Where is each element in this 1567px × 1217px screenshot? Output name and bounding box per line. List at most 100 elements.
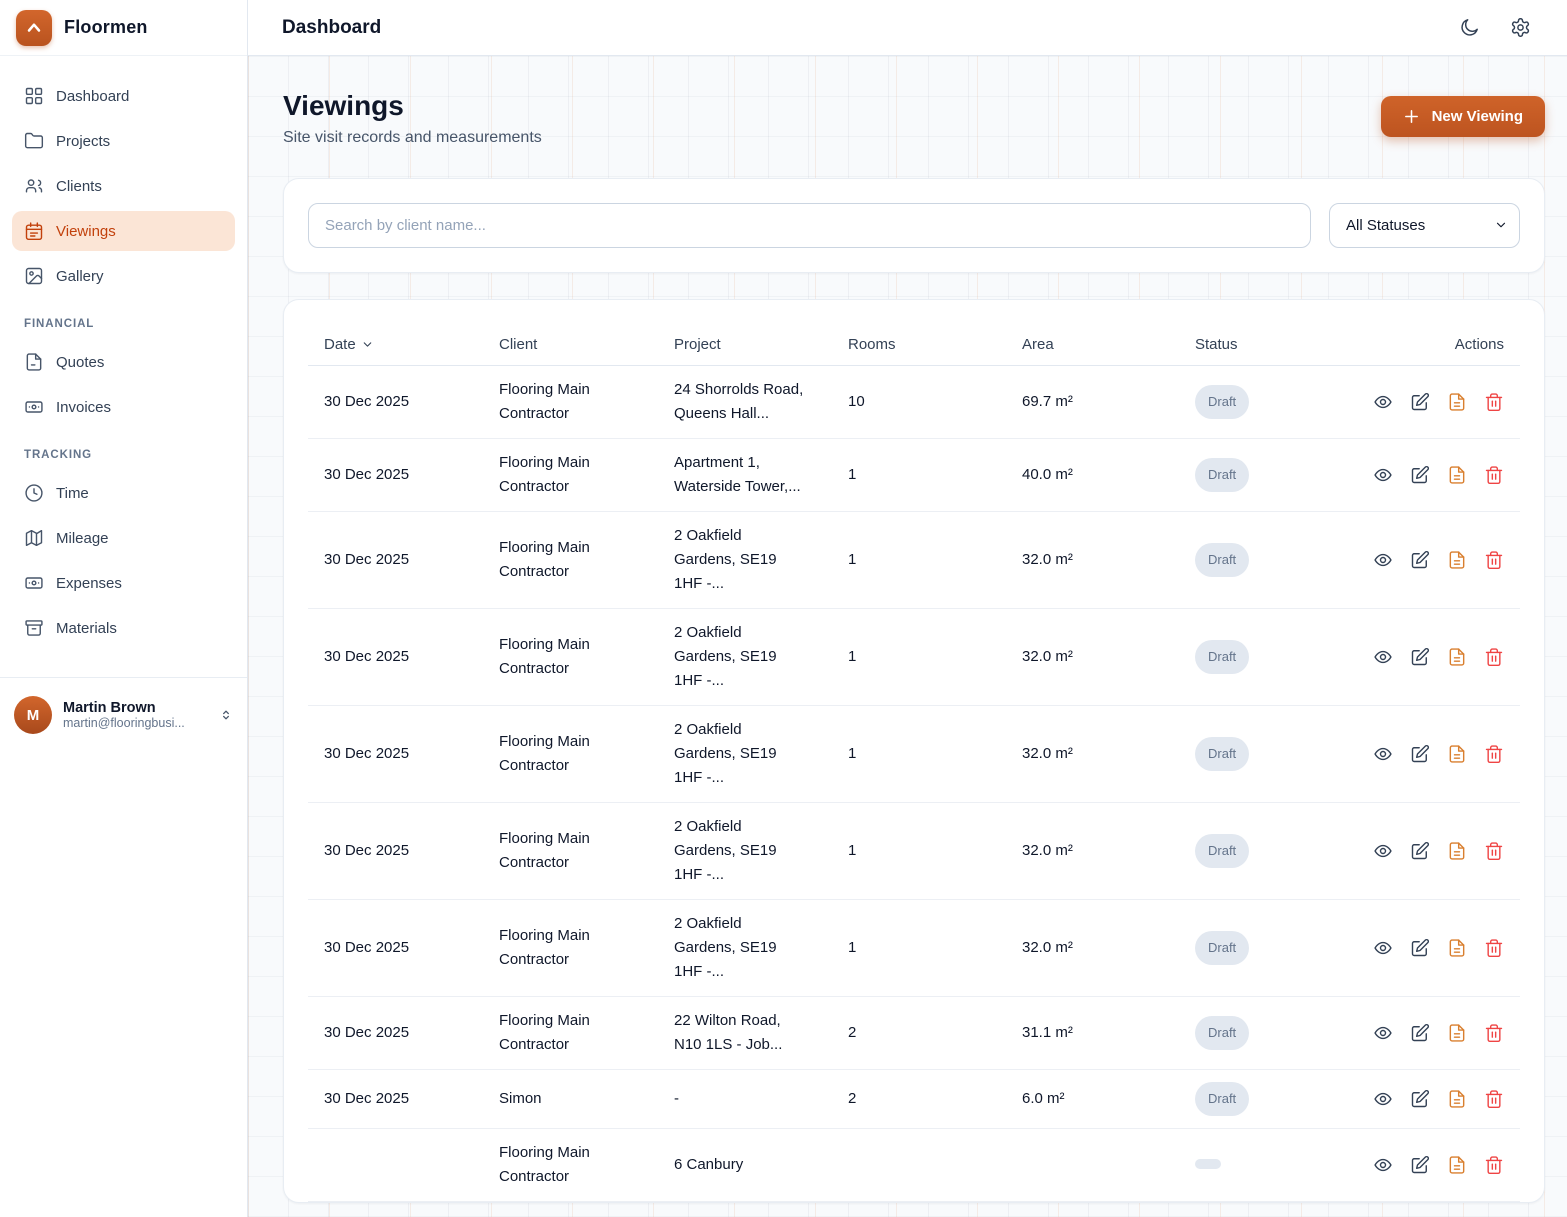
table-row[interactable]: 30 Dec 2025 Flooring Main Contractor 2 O…	[308, 609, 1520, 706]
user-menu[interactable]: M Martin Brown martin@flooringbusi...	[0, 677, 247, 752]
sidebar-nav: Dashboard Projects Clients Viewings Gall…	[0, 56, 247, 653]
delete-button[interactable]	[1484, 647, 1504, 667]
table-row[interactable]: 30 Dec 2025 Flooring Main Contractor 2 O…	[308, 706, 1520, 803]
sidebar-item-label: Quotes	[56, 354, 104, 371]
sidebar-item-mileage[interactable]: Mileage	[12, 518, 235, 558]
view-button[interactable]	[1373, 1089, 1393, 1109]
view-button[interactable]	[1373, 1155, 1393, 1175]
view-button[interactable]	[1373, 938, 1393, 958]
delete-button[interactable]	[1484, 392, 1504, 412]
cell-client: Flooring Main Contractor	[483, 803, 658, 900]
sidebar-item-gallery[interactable]: Gallery	[12, 256, 235, 296]
cell-rooms	[832, 1129, 1006, 1202]
document-button[interactable]	[1447, 841, 1467, 861]
column-label: Date	[324, 336, 356, 353]
clock-icon	[24, 483, 44, 503]
edit-button[interactable]	[1410, 647, 1430, 667]
document-button[interactable]	[1447, 1023, 1467, 1043]
cell-actions	[1353, 1070, 1520, 1129]
settings-button[interactable]	[1508, 15, 1533, 40]
sidebar-item-invoices[interactable]: Invoices	[12, 387, 235, 427]
cell-client: Simon	[483, 1070, 658, 1129]
file-text-icon	[1447, 938, 1467, 958]
view-button[interactable]	[1373, 647, 1393, 667]
edit-button[interactable]	[1410, 1089, 1430, 1109]
sidebar-item-quotes[interactable]: Quotes	[12, 342, 235, 382]
delete-button[interactable]	[1484, 841, 1504, 861]
document-button[interactable]	[1447, 392, 1467, 412]
document-button[interactable]	[1447, 938, 1467, 958]
eye-icon	[1373, 938, 1393, 958]
status-badge: Draft	[1195, 640, 1249, 674]
trash-icon	[1484, 647, 1504, 667]
view-button[interactable]	[1373, 841, 1393, 861]
document-button[interactable]	[1447, 744, 1467, 764]
sidebar-item-label: Viewings	[56, 223, 116, 240]
edit-button[interactable]	[1410, 550, 1430, 570]
delete-button[interactable]	[1484, 938, 1504, 958]
edit-button[interactable]	[1410, 841, 1430, 861]
document-button[interactable]	[1447, 647, 1467, 667]
map-icon	[24, 528, 44, 548]
status-filter-select[interactable]: All Statuses	[1329, 203, 1520, 248]
edit-button[interactable]	[1410, 1023, 1430, 1043]
table-row[interactable]: 30 Dec 2025 Simon - 2 6.0 m² Draft	[308, 1070, 1520, 1129]
table-row[interactable]: 30 Dec 2025 Flooring Main Contractor Apa…	[308, 439, 1520, 512]
table-row[interactable]: 30 Dec 2025 Flooring Main Contractor 24 …	[308, 366, 1520, 439]
table-row[interactable]: 30 Dec 2025 Flooring Main Contractor 22 …	[308, 997, 1520, 1070]
delete-button[interactable]	[1484, 1155, 1504, 1175]
banknote-icon	[24, 573, 44, 593]
sidebar-item-dashboard[interactable]: Dashboard	[12, 76, 235, 116]
cell-date	[308, 1129, 483, 1202]
document-button[interactable]	[1447, 1155, 1467, 1175]
cell-project: 2 Oakfield Gardens, SE19 1HF -...	[658, 512, 832, 609]
table-row[interactable]: Flooring Main Contractor 6 Canbury	[308, 1129, 1520, 1202]
cell-project: 2 Oakfield Gardens, SE19 1HF -...	[658, 706, 832, 803]
edit-button[interactable]	[1410, 465, 1430, 485]
delete-button[interactable]	[1484, 550, 1504, 570]
viewings-table: Date Client Project Rooms Area Status Ac…	[308, 324, 1520, 1202]
table-row[interactable]: 30 Dec 2025 Flooring Main Contractor 2 O…	[308, 803, 1520, 900]
edit-button[interactable]	[1410, 744, 1430, 764]
sidebar-item-expenses[interactable]: Expenses	[12, 563, 235, 603]
dark-mode-toggle[interactable]	[1457, 15, 1482, 40]
sidebar-item-time[interactable]: Time	[12, 473, 235, 513]
cell-status: Draft	[1179, 803, 1353, 900]
delete-button[interactable]	[1484, 465, 1504, 485]
document-button[interactable]	[1447, 465, 1467, 485]
document-button[interactable]	[1447, 1089, 1467, 1109]
new-viewing-button[interactable]: New Viewing	[1381, 96, 1545, 137]
file-icon	[24, 352, 44, 372]
delete-button[interactable]	[1484, 744, 1504, 764]
eye-icon	[1373, 647, 1393, 667]
sidebar-item-viewings[interactable]: Viewings	[12, 211, 235, 251]
delete-button[interactable]	[1484, 1023, 1504, 1043]
table-row[interactable]: 30 Dec 2025 Flooring Main Contractor 2 O…	[308, 512, 1520, 609]
delete-button[interactable]	[1484, 1089, 1504, 1109]
cell-rooms: 1	[832, 512, 1006, 609]
cell-date: 30 Dec 2025	[308, 900, 483, 997]
sidebar-item-materials[interactable]: Materials	[12, 608, 235, 648]
sidebar-item-projects[interactable]: Projects	[12, 121, 235, 161]
search-input[interactable]	[308, 203, 1311, 248]
cell-status: Draft	[1179, 512, 1353, 609]
view-button[interactable]	[1373, 465, 1393, 485]
view-button[interactable]	[1373, 550, 1393, 570]
image-icon	[24, 266, 44, 286]
trash-icon	[1484, 938, 1504, 958]
edit-button[interactable]	[1410, 1155, 1430, 1175]
page-title: Viewings	[283, 90, 542, 122]
view-button[interactable]	[1373, 392, 1393, 412]
edit-button[interactable]	[1410, 938, 1430, 958]
view-button[interactable]	[1373, 744, 1393, 764]
table-row[interactable]: 30 Dec 2025 Flooring Main Contractor 2 O…	[308, 900, 1520, 997]
column-header-date[interactable]: Date	[308, 324, 483, 366]
edit-button[interactable]	[1410, 392, 1430, 412]
status-badge: Draft	[1195, 931, 1249, 965]
document-button[interactable]	[1447, 550, 1467, 570]
calendar-icon	[24, 221, 44, 241]
view-button[interactable]	[1373, 1023, 1393, 1043]
page-content: Viewings Site visit records and measurem…	[248, 56, 1567, 1217]
sidebar-item-clients[interactable]: Clients	[12, 166, 235, 206]
cell-actions	[1353, 609, 1520, 706]
